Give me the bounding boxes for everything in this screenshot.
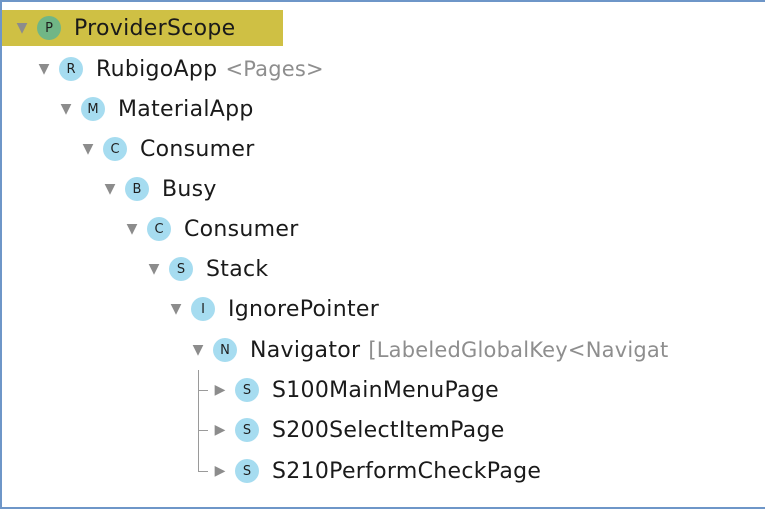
expand-triangle-icon[interactable]: ▼ [78, 142, 98, 156]
tree-guide-branch [198, 390, 208, 391]
widget-name: S100MainMenuPage [272, 377, 499, 403]
widget-type-params: <Pages> [225, 57, 324, 81]
widget-type-badge: S [235, 418, 259, 442]
expand-triangle-icon[interactable]: ▼ [188, 343, 208, 357]
tree-row-s200selectitempage[interactable]: ▶ S S200SelectItemPage [210, 410, 505, 450]
widget-name: S200SelectItemPage [272, 417, 505, 443]
widget-name: Consumer [184, 216, 299, 242]
widget-type-badge: S [235, 378, 259, 402]
collapsed-triangle-icon[interactable]: ▶ [210, 383, 230, 397]
widget-type-badge: R [59, 57, 83, 81]
widget-name: Navigator [250, 337, 361, 363]
widget-name: IgnorePointer [228, 296, 380, 322]
widget-tree-panel: ▼ P ProviderScope ▼ R RubigoApp <Pages> … [0, 0, 765, 509]
widget-name: Stack [206, 256, 269, 282]
tree-row-providerscope[interactable]: ▼ P ProviderScope [12, 8, 236, 48]
tree-row-consumer[interactable]: ▼ C Consumer [78, 129, 255, 169]
tree-guide-branch [198, 471, 208, 472]
widget-type-badge: I [191, 297, 215, 321]
expand-triangle-icon[interactable]: ▼ [12, 21, 32, 35]
tree-guide-line [198, 370, 199, 472]
expand-triangle-icon[interactable]: ▼ [100, 182, 120, 196]
widget-type-badge: S [235, 459, 259, 483]
tree-row-navigator[interactable]: ▼ N Navigator [LabeledGlobalKey<Navigat [188, 330, 669, 370]
tree-row-s210performcheckpage[interactable]: ▶ S S210PerformCheckPage [210, 451, 541, 491]
widget-key: [LabeledGlobalKey<Navigat [368, 338, 669, 362]
widget-type-badge: N [213, 338, 237, 362]
tree-row-ignorepointer[interactable]: ▼ I IgnorePointer [166, 289, 379, 329]
widget-type-badge: B [125, 177, 149, 201]
widget-type-badge: C [147, 217, 171, 241]
tree-row-busy[interactable]: ▼ B Busy [100, 169, 217, 209]
expand-triangle-icon[interactable]: ▼ [122, 222, 142, 236]
tree-row-rubigoapp[interactable]: ▼ R RubigoApp <Pages> [34, 49, 324, 89]
tree-guide-branch [198, 430, 208, 431]
tree-row-materialapp[interactable]: ▼ M MaterialApp [56, 89, 254, 129]
tree-row-consumer-inner[interactable]: ▼ C Consumer [122, 209, 299, 249]
expand-triangle-icon[interactable]: ▼ [144, 262, 164, 276]
widget-type-badge: P [37, 16, 61, 40]
tree-row-s100mainmenupage[interactable]: ▶ S S100MainMenuPage [210, 370, 499, 410]
expand-triangle-icon[interactable]: ▼ [34, 62, 54, 76]
tree-row-stack[interactable]: ▼ S Stack [144, 249, 269, 289]
widget-name: S210PerformCheckPage [272, 458, 542, 484]
widget-name: RubigoApp [96, 56, 218, 82]
widget-name: MaterialApp [118, 96, 254, 122]
collapsed-triangle-icon[interactable]: ▶ [210, 464, 230, 478]
widget-type-badge: S [169, 257, 193, 281]
expand-triangle-icon[interactable]: ▼ [56, 102, 76, 116]
collapsed-triangle-icon[interactable]: ▶ [210, 423, 230, 437]
widget-name: ProviderScope [74, 15, 236, 41]
expand-triangle-icon[interactable]: ▼ [166, 302, 186, 316]
widget-type-badge: M [81, 97, 105, 121]
widget-type-badge: C [103, 137, 127, 161]
widget-name: Consumer [140, 136, 255, 162]
widget-name: Busy [162, 176, 217, 202]
